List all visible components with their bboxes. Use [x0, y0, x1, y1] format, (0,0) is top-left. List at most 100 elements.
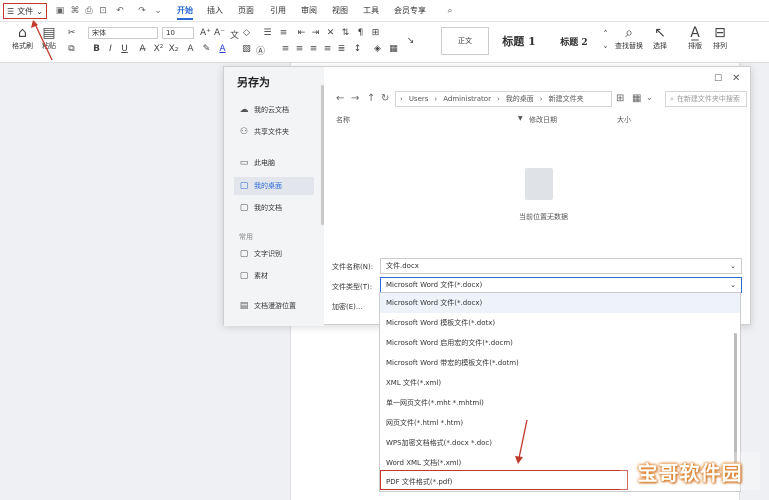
breadcrumb-item[interactable]: 我的桌面	[506, 94, 534, 104]
select-button[interactable]: ↖ 选择	[653, 25, 667, 51]
distribute-icon[interactable]: ≣	[336, 44, 347, 54]
indent-increase-icon[interactable]: ⇥	[310, 28, 321, 38]
pinyin-icon[interactable]: 文	[229, 28, 240, 41]
grow-font-icon[interactable]: A⁺	[200, 28, 211, 38]
strikethrough-icon[interactable]: A̶	[137, 44, 148, 54]
style-heading-1[interactable]: 标题 1	[493, 27, 545, 55]
char-border-icon[interactable]: Ⓐ	[255, 44, 266, 57]
align-right-icon[interactable]: ≡	[308, 44, 319, 54]
copy-icon[interactable]: ⧉	[66, 44, 77, 54]
align-center-icon[interactable]: ≡	[294, 44, 305, 54]
view-mode-icon[interactable]: ▦	[632, 93, 641, 104]
italic-icon[interactable]: I	[105, 44, 116, 54]
undo-icon[interactable]: ↶	[114, 5, 126, 17]
tab-tools[interactable]: 工具	[363, 5, 379, 16]
filetype-select[interactable]: Microsoft Word 文件(*.docx) ⌄	[380, 277, 742, 293]
share-icon[interactable]: ⌘	[69, 5, 81, 17]
filetype-option-html[interactable]: 网页文件(*.html *.htm)	[380, 413, 740, 433]
shrink-font-icon[interactable]: A⁻	[214, 28, 225, 38]
nav-item-materials[interactable]: ▢ 素材	[234, 267, 314, 285]
nav-item-ocr[interactable]: ▢ 文字识别	[234, 245, 314, 263]
filetype-option-docx[interactable]: Microsoft Word 文件(*.docx)	[380, 293, 740, 313]
breadcrumb[interactable]: › Users › Administrator › 我的桌面 › 新建文件夹	[395, 91, 612, 107]
filetype-option-dotx[interactable]: Microsoft Word 模板文件(*.dotx)	[380, 313, 740, 333]
column-name[interactable]: 名称	[336, 115, 350, 125]
nav-item-documents[interactable]: ▢ 我的文档	[234, 199, 314, 217]
align-left-icon[interactable]: ≡	[280, 44, 291, 54]
nav-item-desktop[interactable]: ▢ 我的桌面	[234, 177, 314, 195]
filename-input[interactable]: 文件.docx ⌄	[380, 258, 742, 274]
column-size[interactable]: 大小	[617, 115, 631, 125]
subscript-icon[interactable]: X₂	[168, 44, 179, 54]
back-icon[interactable]: ←	[336, 93, 344, 104]
style-heading-2[interactable]: 标题 2	[550, 27, 598, 55]
nav-item-roaming[interactable]: ▤ 文档漫游位置	[234, 297, 314, 315]
char-shading-icon[interactable]: ▧	[241, 44, 252, 54]
tab-review[interactable]: 审阅	[301, 5, 317, 16]
styles-scroll-down-icon[interactable]: ˅	[600, 46, 611, 56]
font-color-icon[interactable]: A	[217, 44, 228, 54]
nav-item-shared-folder[interactable]: ⚇ 共享文件夹	[234, 123, 314, 141]
filetype-option-wps-encrypted[interactable]: WPS加密文档格式(*.docx *.doc)	[380, 433, 740, 453]
nav-item-this-pc[interactable]: ▭ 此电脑	[234, 154, 314, 172]
filetype-option-docm[interactable]: Microsoft Word 启用宏的文件(*.docm)	[380, 333, 740, 353]
redo-icon[interactable]: ↷	[136, 5, 148, 17]
maximize-icon[interactable]: ☐	[714, 74, 722, 84]
nav-item-cloud-docs[interactable]: ☁ 我的云文档	[234, 101, 314, 119]
chinese-layout-icon[interactable]: ✕	[325, 28, 336, 38]
cut-icon[interactable]: ✂	[66, 28, 77, 38]
paste-button[interactable]: ▤ 粘贴	[42, 25, 56, 51]
filetype-option-dotm[interactable]: Microsoft Word 带宏的模板文件(*.dotm)	[380, 353, 740, 373]
view-chevron-icon[interactable]: ⌄	[646, 93, 653, 102]
breadcrumb-item[interactable]: 新建文件夹	[549, 94, 584, 104]
style-normal[interactable]: 正文	[441, 27, 489, 55]
close-icon[interactable]: ✕	[732, 73, 740, 84]
bold-icon[interactable]: B	[91, 44, 102, 54]
indent-decrease-icon[interactable]: ⇤	[296, 28, 307, 38]
arrange-button[interactable]: ⊟ 排列	[713, 25, 727, 51]
tab-member[interactable]: 会员专享	[394, 5, 426, 16]
sort-icon[interactable]: ⇅	[340, 28, 351, 38]
filetype-option-mht[interactable]: 单一网页文件(*.mht *.mhtml)	[380, 393, 740, 413]
print-icon[interactable]: ⎙	[83, 5, 95, 17]
line-spacing-icon[interactable]: ↕	[352, 44, 363, 54]
numbering-icon[interactable]: ≡	[278, 28, 289, 38]
folder-search-input[interactable]: ⌕ 在新建文件夹中搜索	[665, 91, 747, 107]
find-replace-button[interactable]: ⌕ 查找替换	[615, 25, 643, 51]
borders-icon[interactable]: ⊞	[370, 28, 381, 38]
search-icon[interactable]: ⌕	[444, 5, 456, 17]
breadcrumb-item[interactable]: Users	[409, 95, 429, 103]
print-preview-icon[interactable]: ⊡	[97, 5, 109, 17]
dropdown-scrollbar[interactable]	[734, 333, 737, 463]
layout-button[interactable]: A̲ 排版	[688, 25, 702, 51]
up-icon[interactable]: ↑	[367, 93, 375, 104]
highlight-icon[interactable]: ✎	[201, 44, 212, 54]
format-painter-button[interactable]: ⌂ 格式刷	[12, 25, 33, 51]
bullets-icon[interactable]: ☰	[262, 28, 273, 38]
underline-icon[interactable]: U	[119, 44, 130, 54]
justify-icon[interactable]: ≡	[322, 44, 333, 54]
file-menu-button[interactable]: ☰ 文件 ⌄	[3, 3, 47, 19]
tab-references[interactable]: 引用	[270, 5, 286, 16]
encrypt-link[interactable]: 加密(E)...	[332, 302, 363, 312]
font-size-select[interactable]: 10	[162, 27, 194, 39]
clear-format-icon[interactable]: ◇	[241, 28, 252, 38]
paragraph-settings-icon[interactable]: ↘	[405, 36, 416, 46]
new-folder-icon[interactable]: ⊞	[616, 93, 624, 104]
refresh-icon[interactable]: ↻	[381, 93, 389, 104]
tab-page[interactable]: 页面	[238, 5, 254, 16]
styles-scroll-up-icon[interactable]: ˄	[600, 30, 611, 40]
filetype-option-xml[interactable]: XML 文件(*.xml)	[380, 373, 740, 393]
show-marks-icon[interactable]: ¶	[355, 28, 366, 38]
tab-view[interactable]: 视图	[332, 5, 348, 16]
breadcrumb-item[interactable]: Administrator	[443, 95, 491, 103]
forward-icon[interactable]: →	[351, 93, 359, 104]
text-effect-icon[interactable]: A	[185, 44, 196, 54]
shading-icon[interactable]: ◈	[372, 44, 383, 54]
column-modified[interactable]: 修改日期	[529, 115, 557, 125]
table-border-icon[interactable]: ▦	[388, 44, 399, 54]
tab-home[interactable]: 开始	[177, 5, 193, 16]
tab-insert[interactable]: 插入	[207, 5, 223, 16]
more-chevron-icon[interactable]: ⌄	[152, 5, 164, 17]
save-icon[interactable]: ▣	[54, 5, 66, 17]
